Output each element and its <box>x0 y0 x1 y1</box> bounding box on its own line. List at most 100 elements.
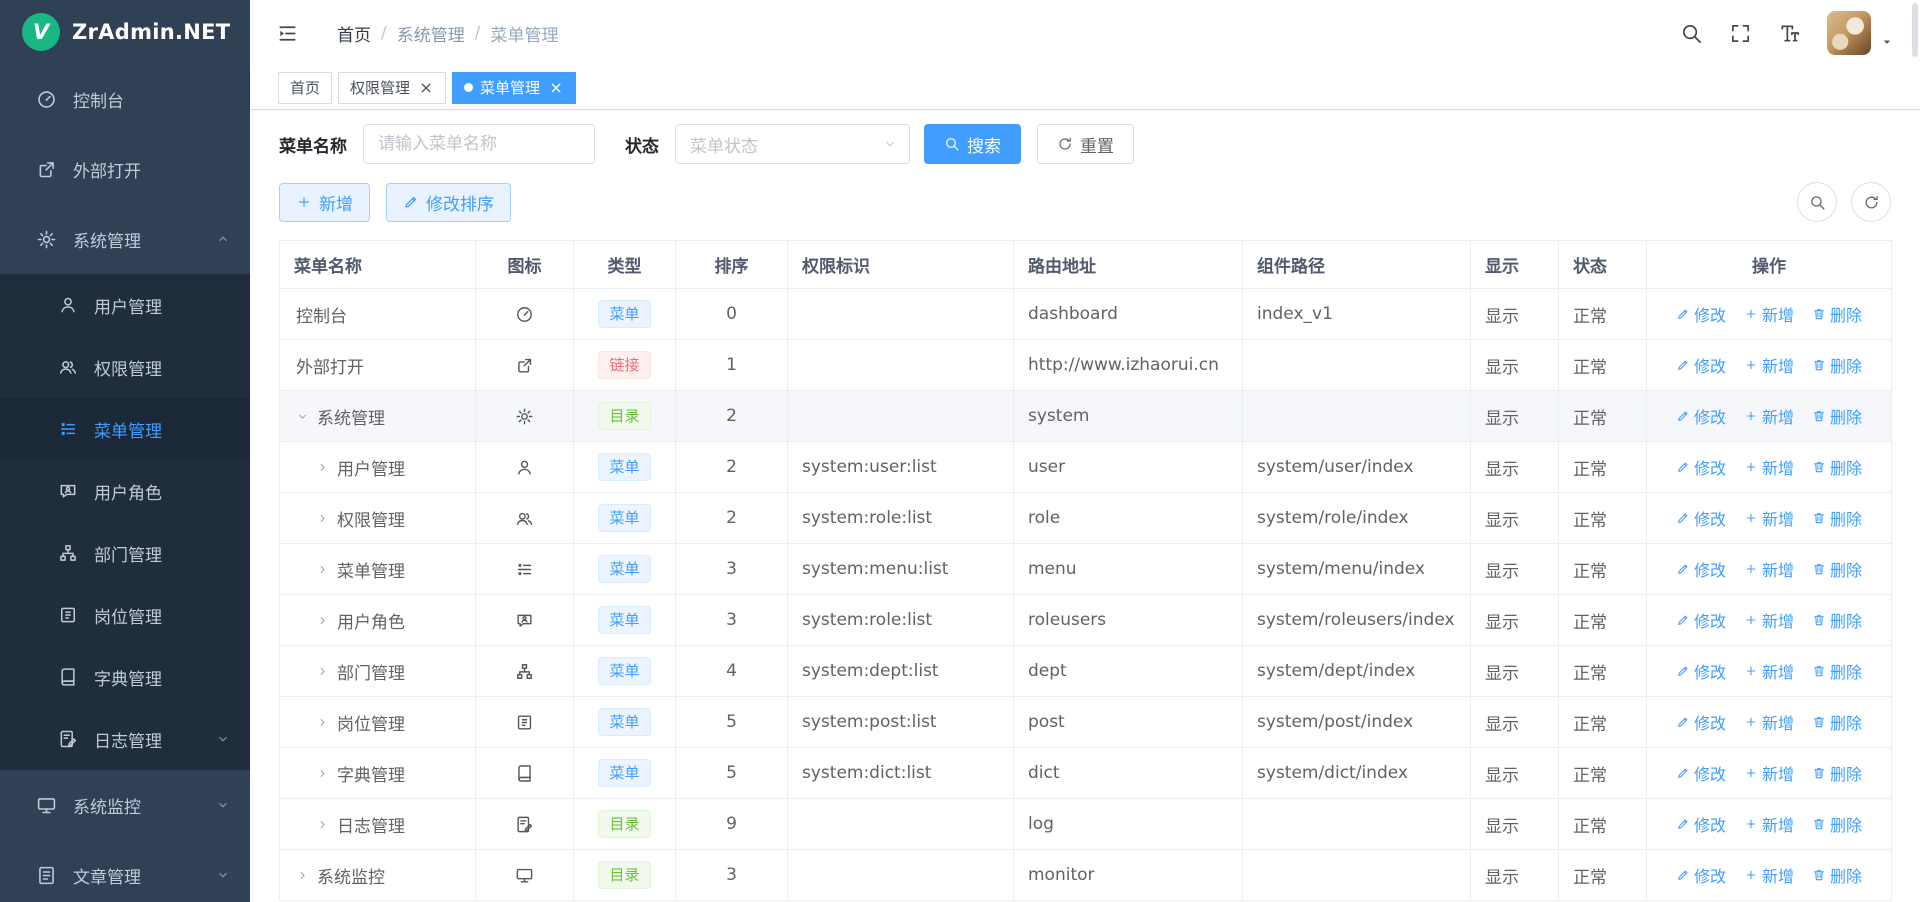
row-edit-link[interactable]: 修改 <box>1676 455 1726 479</box>
table-row: 控制台菜单0dashboardindex_v1显示正常修改新增删除 <box>280 289 1892 340</box>
row-delete-link[interactable]: 删除 <box>1812 404 1862 428</box>
search-icon[interactable] <box>1680 22 1703 45</box>
tab-close-icon[interactable]: × <box>548 80 564 96</box>
row-add-link[interactable]: 新增 <box>1744 404 1794 428</box>
row-add-link[interactable]: 新增 <box>1744 455 1794 479</box>
toggle-search-button[interactable] <box>1797 182 1837 222</box>
sidebar-item-log[interactable]: 日志管理 <box>0 708 250 770</box>
row-delete-link[interactable]: 删除 <box>1812 659 1862 683</box>
search-button[interactable]: 搜索 <box>924 124 1021 164</box>
menu-name-input[interactable] <box>363 124 595 164</box>
caret-down-icon <box>1880 35 1894 49</box>
tab-close-icon[interactable]: × <box>418 80 434 96</box>
hamburger-icon[interactable] <box>276 22 299 45</box>
row-edit-link[interactable]: 修改 <box>1676 608 1726 632</box>
edit-icon <box>1676 613 1690 627</box>
row-edit-link[interactable]: 修改 <box>1676 353 1726 377</box>
row-delete-link[interactable]: 删除 <box>1812 863 1862 887</box>
menu-icon-cell <box>476 493 574 544</box>
sidebar-item-dict[interactable]: 字典管理 <box>0 646 250 708</box>
row-delete-link[interactable]: 删除 <box>1812 353 1862 377</box>
sort-value: 2 <box>726 406 737 426</box>
row-edit-link[interactable]: 修改 <box>1676 302 1726 326</box>
sort-value: 5 <box>726 712 737 732</box>
row-delete-link[interactable]: 删除 <box>1812 710 1862 734</box>
row-add-link[interactable]: 新增 <box>1744 608 1794 632</box>
row-add-label: 新增 <box>1762 863 1794 887</box>
row-edit-link[interactable]: 修改 <box>1676 506 1726 530</box>
type-badge: 菜单 <box>598 759 650 788</box>
sidebar-item-system[interactable]: 系统管理 <box>0 204 250 274</box>
breadcrumb-item[interactable]: 系统管理 <box>397 21 465 46</box>
row-delete-link[interactable]: 删除 <box>1812 302 1862 326</box>
visible-value: 显示 <box>1485 613 1519 633</box>
menu-name: 部门管理 <box>337 659 405 684</box>
row-delete-link[interactable]: 删除 <box>1812 506 1862 530</box>
chevron-right-icon[interactable] <box>316 512 329 525</box>
row-add-link[interactable]: 新增 <box>1744 302 1794 326</box>
chevron-right-icon[interactable] <box>316 665 329 678</box>
logo-text: ZrAdmin.NET <box>72 20 230 44</box>
row-add-link[interactable]: 新增 <box>1744 353 1794 377</box>
chevron-right-icon[interactable] <box>316 767 329 780</box>
row-edit-link[interactable]: 修改 <box>1676 404 1726 428</box>
chevron-right-icon[interactable] <box>316 614 329 627</box>
search-button-label: 搜索 <box>967 132 1001 157</box>
row-delete-link[interactable]: 删除 <box>1812 608 1862 632</box>
table-header-row: 菜单名称图标类型排序权限标识路由地址组件路径显示状态操作 <box>280 241 1892 289</box>
sidebar-item-article[interactable]: 文章管理 <box>0 840 250 902</box>
sidebar-item-monitor[interactable]: 系统监控 <box>0 770 250 840</box>
sidebar-item-roleusers[interactable]: 用户角色 <box>0 460 250 522</box>
row-edit-link[interactable]: 修改 <box>1676 863 1726 887</box>
row-add-link[interactable]: 新增 <box>1744 659 1794 683</box>
row-add-link[interactable]: 新增 <box>1744 557 1794 581</box>
tab-1[interactable]: 权限管理× <box>338 72 446 104</box>
route-value: role <box>1028 508 1060 528</box>
row-delete-link[interactable]: 删除 <box>1812 761 1862 785</box>
row-add-link[interactable]: 新增 <box>1744 506 1794 530</box>
row-add-link[interactable]: 新增 <box>1744 812 1794 836</box>
sidebar-item-menu[interactable]: 菜单管理 <box>0 398 250 460</box>
tab-2[interactable]: 菜单管理× <box>452 72 576 104</box>
tab-0[interactable]: 首页 <box>278 72 332 104</box>
row-delete-link[interactable]: 删除 <box>1812 455 1862 479</box>
type-badge: 菜单 <box>598 453 650 482</box>
chevron-right-icon[interactable] <box>316 563 329 576</box>
scrollbar[interactable] <box>1912 3 1918 57</box>
row-delete-link[interactable]: 删除 <box>1812 557 1862 581</box>
row-add-link[interactable]: 新增 <box>1744 710 1794 734</box>
user-menu[interactable] <box>1827 11 1894 55</box>
sidebar-item-dashboard[interactable]: 控制台 <box>0 64 250 134</box>
refresh-table-button[interactable] <box>1851 182 1891 222</box>
status-select[interactable]: 菜单状态 <box>675 124 910 164</box>
route-value: log <box>1028 814 1054 834</box>
breadcrumb: 首页/系统管理/菜单管理 <box>337 21 558 46</box>
chevron-right-icon[interactable] <box>316 818 329 831</box>
chevron-down-icon[interactable] <box>296 410 309 423</box>
row-add-link[interactable]: 新增 <box>1744 761 1794 785</box>
sort-button[interactable]: 修改排序 <box>386 183 511 222</box>
chevron-right-icon[interactable] <box>296 869 309 882</box>
sidebar-item-external[interactable]: 外部打开 <box>0 134 250 204</box>
chevron-right-icon[interactable] <box>316 461 329 474</box>
avatar[interactable] <box>1827 11 1871 55</box>
row-edit-link[interactable]: 修改 <box>1676 761 1726 785</box>
reset-button[interactable]: 重置 <box>1037 124 1134 164</box>
row-edit-link[interactable]: 修改 <box>1676 812 1726 836</box>
status-value: 正常 <box>1573 511 1607 531</box>
font-size-icon[interactable] <box>1778 22 1801 45</box>
sidebar-item-post[interactable]: 岗位管理 <box>0 584 250 646</box>
sidebar-item-role[interactable]: 权限管理 <box>0 336 250 398</box>
row-edit-link[interactable]: 修改 <box>1676 659 1726 683</box>
row-edit-link[interactable]: 修改 <box>1676 557 1726 581</box>
row-add-link[interactable]: 新增 <box>1744 863 1794 887</box>
fullscreen-icon[interactable] <box>1729 22 1752 45</box>
sidebar-item-user[interactable]: 用户管理 <box>0 274 250 336</box>
sidebar-item-dept[interactable]: 部门管理 <box>0 522 250 584</box>
trash-icon <box>1812 868 1826 882</box>
breadcrumb-item[interactable]: 首页 <box>337 21 371 46</box>
add-button[interactable]: 新增 <box>279 183 370 222</box>
row-delete-link[interactable]: 删除 <box>1812 812 1862 836</box>
chevron-right-icon[interactable] <box>316 716 329 729</box>
row-edit-link[interactable]: 修改 <box>1676 710 1726 734</box>
